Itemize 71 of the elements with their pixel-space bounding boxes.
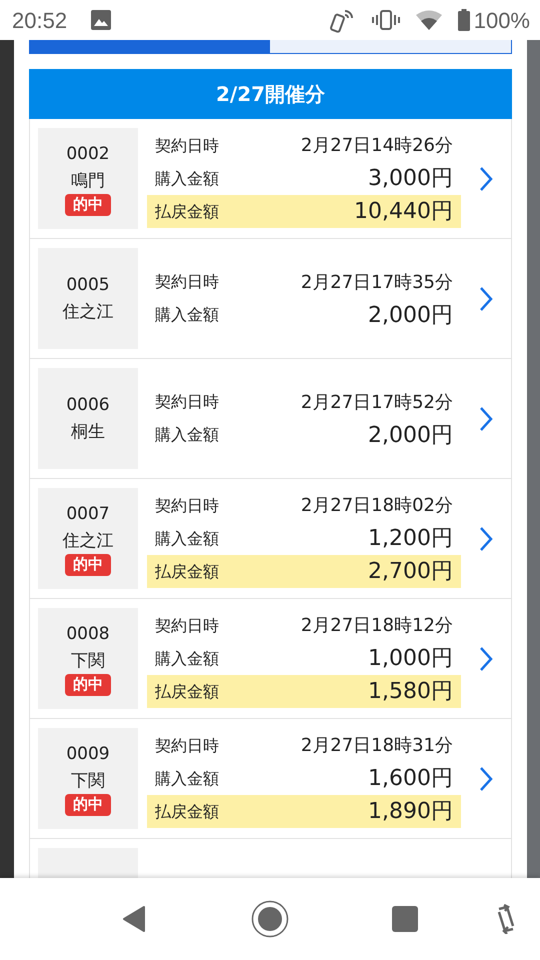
ticket-number: 0007 bbox=[66, 503, 110, 526]
image-icon bbox=[91, 10, 112, 30]
battery-icon bbox=[458, 9, 470, 31]
field-label: 契約日時 bbox=[155, 734, 219, 756]
venue-name: 桐生 bbox=[71, 420, 105, 444]
ticket-number: 0008 bbox=[66, 623, 110, 646]
chevron-right-icon[interactable] bbox=[479, 166, 493, 192]
amount-value: 1,200円 bbox=[368, 525, 453, 553]
field-label: 購入金額 bbox=[155, 168, 219, 190]
venue-name: 下関 bbox=[71, 650, 105, 673]
phone-nfc-icon bbox=[330, 7, 356, 33]
hit-badge: 的中 bbox=[65, 194, 111, 216]
contract-datetime: 2月27日18時31分 bbox=[300, 734, 453, 758]
amount-value: 1,600円 bbox=[368, 765, 453, 793]
status-time: 20:52 bbox=[12, 6, 68, 34]
back-icon[interactable] bbox=[122, 905, 146, 933]
ticket-row[interactable]: 0008 下関 的中 契約日時 2月27日18時12分 購入金額 1,000円 払戻金額 1,580円 bbox=[29, 599, 512, 719]
field-label: 払戻金額 bbox=[155, 560, 219, 582]
chevron-right-icon[interactable] bbox=[479, 406, 493, 432]
field-label: 契約日時 bbox=[155, 271, 219, 293]
venue-name: 住之江 bbox=[62, 530, 114, 553]
chevron-right-icon[interactable] bbox=[479, 766, 493, 792]
hit-badge: 的中 bbox=[65, 794, 111, 816]
amount-value: 2,000円 bbox=[368, 302, 453, 330]
contract-datetime: 2月27日18時02分 bbox=[300, 494, 453, 518]
field-label: 払戻金額 bbox=[155, 680, 219, 702]
field-label: 契約日時 bbox=[155, 494, 219, 516]
amount-value: 1,000円 bbox=[368, 645, 453, 673]
field-label: 払戻金額 bbox=[155, 200, 219, 222]
field-label: 購入金額 bbox=[155, 304, 219, 326]
venue-name: 下関 bbox=[71, 770, 105, 793]
venue-name: 鳴門 bbox=[71, 170, 105, 193]
amount-value: 2,000円 bbox=[368, 422, 453, 450]
date-header: 2/27開催分 bbox=[29, 69, 512, 119]
field-label: 購入金額 bbox=[155, 424, 219, 446]
chevron-right-icon[interactable] bbox=[479, 286, 493, 312]
hit-badge: 的中 bbox=[65, 674, 111, 696]
field-label: 購入金額 bbox=[155, 768, 219, 790]
amount-value: 1,580円 bbox=[368, 678, 453, 706]
field-label: 購入金額 bbox=[155, 648, 219, 670]
battery-percent: 100% bbox=[474, 6, 530, 34]
ticket-number: 0005 bbox=[66, 274, 110, 298]
chevron-right-icon[interactable] bbox=[479, 646, 493, 672]
contract-datetime: 2月27日14時26分 bbox=[300, 134, 453, 158]
field-label: 購入金額 bbox=[155, 528, 219, 550]
contract-datetime: 2月27日17時52分 bbox=[300, 390, 453, 414]
home-icon[interactable] bbox=[251, 900, 289, 938]
contract-datetime: 2月27日18時12分 bbox=[300, 614, 453, 638]
amount-value: 1,890円 bbox=[368, 798, 453, 826]
amount-value: 10,440円 bbox=[354, 198, 453, 226]
ticket-row[interactable]: 0009 下関 的中 契約日時 2月27日18時31分 購入金額 1,600円 払戻金額 1,890円 bbox=[29, 719, 512, 839]
wifi-icon bbox=[416, 10, 442, 30]
rotate-icon[interactable] bbox=[495, 904, 517, 934]
amount-value: 3,000円 bbox=[368, 165, 453, 193]
ticket-row[interactable]: 0006 桐生 契約日時 2月27日17時52分 購入金額 2,000円 bbox=[29, 359, 512, 479]
ticket-row[interactable]: 0005 住之江 契約日時 2月27日17時35分 購入金額 2,000円 bbox=[29, 239, 512, 359]
hit-badge: 的中 bbox=[65, 554, 111, 576]
ticket-number: 0009 bbox=[66, 743, 110, 766]
venue-name: 住之江 bbox=[62, 300, 114, 324]
field-label: 契約日時 bbox=[155, 134, 219, 156]
vibrate-icon bbox=[372, 9, 400, 31]
field-label: 契約日時 bbox=[155, 614, 219, 636]
field-label: 払戻金額 bbox=[155, 800, 219, 822]
ticket-number: 0006 bbox=[66, 394, 110, 418]
ticket-number: 0002 bbox=[66, 143, 110, 166]
field-label: 契約日時 bbox=[155, 391, 219, 413]
ticket-row[interactable]: 0002 鳴門 的中 契約日時 2月27日14時26分 購入金額 3,000円 払戻金額 10,440円 bbox=[29, 119, 512, 239]
ticket-row[interactable]: 0007 住之江 的中 契約日時 2月27日18時02分 購入金額 1,200円 払戻金額 2,700円 bbox=[29, 479, 512, 599]
amount-value: 2,700円 bbox=[368, 558, 453, 586]
chevron-right-icon[interactable] bbox=[479, 526, 493, 552]
contract-datetime: 2月27日17時35分 bbox=[300, 270, 453, 294]
